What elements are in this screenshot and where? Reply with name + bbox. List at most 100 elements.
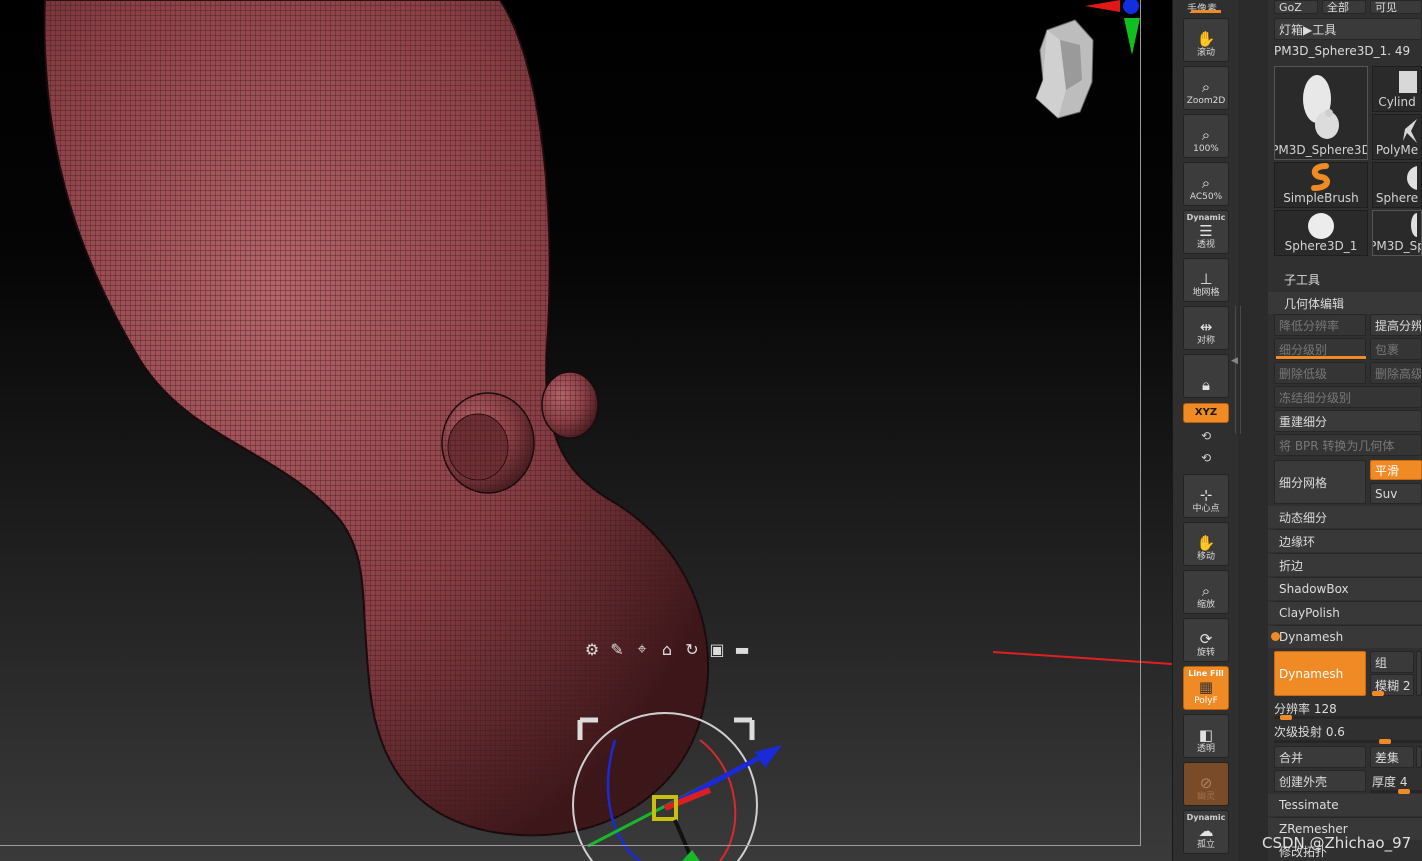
bpr-to-geo-button[interactable]: 将 BPR 转换为几何体 (1274, 434, 1422, 456)
subtool-header[interactable]: 子工具 (1284, 268, 1320, 290)
move-button[interactable]: ✋ 移动 (1183, 522, 1229, 566)
ghost-button[interactable]: ⊘ 幽灵 (1183, 762, 1229, 806)
scroll-button[interactable]: ✋ 滚动 (1183, 18, 1229, 62)
shadowbox-header[interactable]: ShadowBox (1279, 578, 1349, 600)
watermark: CSDN @Zhichao_97 (1262, 834, 1412, 852)
transparent-label: 透明 (1196, 744, 1215, 754)
ac50-button[interactable]: ⌕ AC50% (1183, 162, 1229, 206)
geometry-edit-header[interactable]: 几何体编辑 (1284, 292, 1344, 314)
freeze-sdiv-button[interactable]: 冻结细分级别 (1274, 386, 1422, 408)
goz-button[interactable]: GoZ (1274, 0, 1318, 14)
add-button[interactable]: 合并 (1274, 746, 1366, 768)
xyz-button[interactable]: XYZ (1183, 403, 1229, 423)
suv-toggle[interactable]: Suv (1370, 483, 1422, 504)
sphere-icon (1308, 213, 1334, 239)
center-button[interactable]: ⊹ 中心点 (1183, 474, 1229, 518)
linefill-tag: Line Fill (1188, 669, 1224, 678)
sdiv-slider-fill (1276, 356, 1366, 359)
floor-grid-button[interactable]: ⊥ 地网格 (1183, 258, 1229, 302)
canvas-viewport[interactable]: ⚙ ✎ ⌖ ⌂ ↻ ▣ ▬ (0, 0, 1172, 861)
divide-button[interactable]: 细分网格 (1274, 460, 1366, 504)
tool-palette: GoZ 全部 可见 灯箱▶工具 PM3D_Sphere3D_1. 49 PM3D… (1268, 0, 1422, 861)
dynamic-subdiv-header[interactable]: 动态细分 (1279, 506, 1327, 528)
tool-thumb-cylinder[interactable]: Cylind (1372, 66, 1422, 112)
claypolish-header[interactable]: ClayPolish (1279, 602, 1340, 624)
thumb-label: Sphere (1375, 191, 1419, 205)
symmetry-button[interactable]: ⇹ 对称 (1183, 306, 1229, 350)
tool-thumb-pm3d-sphere3d[interactable]: PM3D_Sphere3D (1274, 66, 1368, 160)
solo-button[interactable]: Dynamic ☁ 孤立 (1183, 810, 1229, 854)
move-label: 移动 (1196, 552, 1215, 562)
star-icon (1403, 119, 1417, 143)
all-button[interactable]: 全部 (1322, 0, 1366, 14)
smooth-toggle[interactable]: 平滑 (1370, 460, 1422, 480)
tool-thumb-sphere3d-1[interactable]: Sphere3D_1 (1274, 210, 1368, 256)
thumb-label: PM3D_Sp (1373, 239, 1422, 253)
current-tool-name: PM3D_Sphere3D_1. 49 (1274, 44, 1411, 58)
edge-loop-header[interactable]: 边缘环 (1279, 530, 1315, 552)
zoom-100-label: 100% (1193, 144, 1219, 154)
lightbox-tools-button[interactable]: 灯箱▶工具 (1274, 18, 1422, 40)
zoom-icon: ⌕ (1201, 126, 1211, 144)
rotate-z-icon[interactable]: ⟲ (1183, 448, 1229, 468)
local-lock-button[interactable]: 🔒︎ (1183, 354, 1229, 398)
visible-button[interactable]: 可见 (1370, 0, 1422, 14)
and-button[interactable] (1416, 746, 1422, 768)
transparent-button[interactable]: ◧ 透明 (1183, 714, 1229, 758)
groups-toggle[interactable]: 组 (1370, 651, 1414, 673)
collapse-arrow-icon[interactable]: ◀ (1231, 356, 1238, 366)
sub-button[interactable]: 差集 (1370, 746, 1414, 768)
xyz-label: XYZ (1194, 407, 1218, 418)
center-label: 中心点 (1192, 504, 1220, 514)
grid-icon: ☰ (1199, 222, 1213, 240)
panel-divider-handle[interactable] (1235, 306, 1241, 434)
thumb-label: SimpleBrush (1283, 191, 1359, 205)
thumb-label: Cylind (1378, 95, 1416, 109)
blur-slider-knob[interactable] (1372, 691, 1384, 696)
cylinder-icon (1399, 71, 1417, 93)
tool-thumb-sphere[interactable]: Sphere (1372, 162, 1422, 208)
thumb-label: PolyMe (1375, 143, 1419, 157)
dynamesh-header[interactable]: Dynamesh (1279, 626, 1343, 648)
scale-label: 缩放 (1196, 600, 1215, 610)
tessimate-header[interactable]: Tessimate (1279, 794, 1339, 816)
lower-res-button[interactable]: 降低分辨率 (1274, 314, 1366, 336)
polyf-label: PolyF (1194, 696, 1218, 706)
extra-toggle[interactable] (1416, 651, 1422, 696)
symmetry-icon: ⇹ (1199, 318, 1213, 336)
scale-button[interactable]: ⌕ 缩放 (1183, 570, 1229, 614)
rotate-y-icon[interactable]: ⟲ (1183, 426, 1229, 446)
crease-header[interactable]: 折边 (1279, 554, 1303, 576)
right-tool-shelf: 手像素 ✋ 滚动 ⌕ Zoom2D ⌕ 100% ⌕ AC50% Dynamic… (1172, 0, 1241, 861)
zoom-100-button[interactable]: ⌕ 100% (1183, 114, 1229, 158)
reconstruct-subdiv-button[interactable]: 重建细分 (1274, 410, 1422, 432)
rotate-button[interactable]: ⟳ 旋转 (1183, 618, 1229, 662)
thickness-track (1370, 790, 1422, 793)
polyf-button[interactable]: Line Fill ▦ PolyF (1183, 666, 1229, 710)
model-thumb-icon (1303, 75, 1339, 139)
dynamesh-button[interactable]: Dynamesh (1274, 651, 1366, 696)
zoom2d-button[interactable]: ⌕ Zoom2D (1183, 66, 1229, 110)
tool-thumb-simplebrush[interactable]: SimpleBrush (1274, 162, 1368, 208)
tool-thumb-polymesh[interactable]: PolyMe (1372, 114, 1422, 160)
zoom2d-label: Zoom2D (1186, 96, 1226, 106)
hand-icon: ✋ (1196, 30, 1216, 48)
delete-lower-button[interactable]: 删除低级 (1274, 362, 1366, 384)
delete-higher-button[interactable]: 删除高级 (1370, 362, 1422, 384)
resolution-track (1274, 716, 1422, 719)
dynamic-tag: Dynamic (1186, 813, 1226, 822)
tool-thumb-pm3d-sp[interactable]: PM3D_Sp (1372, 210, 1422, 256)
subproject-knob[interactable] (1379, 739, 1391, 744)
create-shell-button[interactable]: 创建外壳 (1274, 770, 1366, 792)
wrap-button[interactable]: 包裹 (1370, 338, 1422, 360)
perspective-button[interactable]: Dynamic ☰ 透视 (1183, 210, 1229, 254)
solo-icon: ☁ (1198, 822, 1214, 840)
rotate-icon: ⟳ (1199, 630, 1213, 648)
higher-res-button[interactable]: 提高分辨率 (1370, 314, 1422, 336)
sphere-icon (1407, 166, 1417, 190)
subproject-slider[interactable]: 次级投射 0.6 (1274, 720, 1345, 742)
rotate-label: 旋转 (1196, 648, 1215, 658)
ghost-label: 幽灵 (1196, 792, 1215, 802)
shelf-top-slider[interactable] (1191, 10, 1221, 13)
thumb-label: Sphere3D_1 (1284, 239, 1358, 253)
